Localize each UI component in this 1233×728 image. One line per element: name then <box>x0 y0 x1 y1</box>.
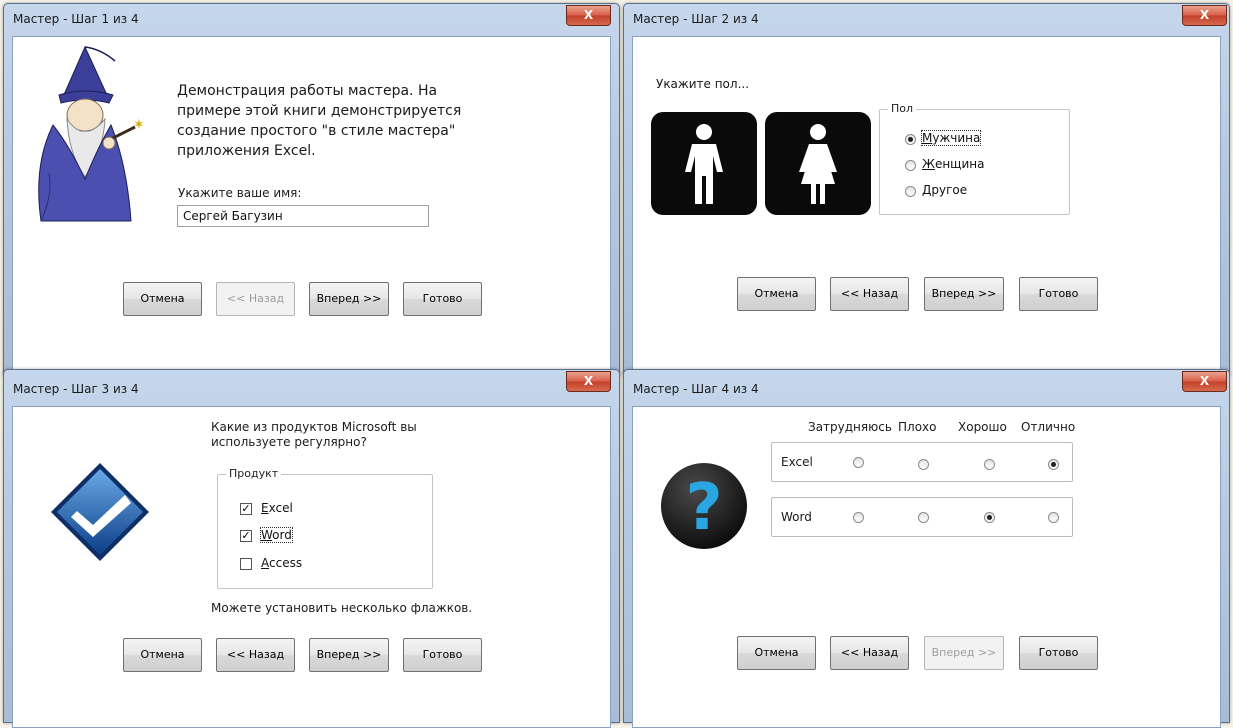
accel: Д <box>922 183 932 197</box>
rest: ужчина <box>932 131 981 145</box>
word-radio-bad[interactable] <box>918 512 929 523</box>
title-bar[interactable]: Мастер - Шаг 3 из 4 X <box>4 370 619 402</box>
title-bar[interactable]: Мастер - Шаг 4 из 4 X <box>624 370 1229 402</box>
dialog-client: ? Затрудняюсь Плохо Хорошо Отлично Excel… <box>632 406 1221 728</box>
question-mark-icon: ? <box>661 463 747 549</box>
question-line-1: Какие из продуктов Microsoft вы <box>211 420 417 434</box>
female-icon <box>765 112 871 215</box>
group-title: Пол <box>888 102 917 115</box>
finish-button[interactable]: Готово <box>403 638 482 672</box>
svg-text:✶: ✶ <box>133 117 145 133</box>
cancel-button[interactable]: Отмена <box>737 277 816 311</box>
checkbox-access-label[interactable]: Access <box>261 556 302 570</box>
gender-prompt: Укажите пол... <box>656 77 750 91</box>
row-label-excel: Excel <box>781 455 813 469</box>
question-line-2: используете регулярно? <box>211 435 367 449</box>
intro-line-1: Демонстрация работы мастера. На <box>177 83 438 99</box>
accel: М <box>922 131 933 145</box>
accel: E <box>261 501 269 515</box>
rest: ccess <box>269 556 303 570</box>
dialog-client: ✶ Демонстрация работы мастера. На пример… <box>12 36 611 371</box>
word-radio-good[interactable] <box>984 512 995 523</box>
col-header-0: Затрудняюсь <box>808 420 892 434</box>
radio-other-label[interactable]: Другое <box>922 183 967 197</box>
radio-dot <box>1051 462 1056 467</box>
title-bar[interactable]: Мастер - Шаг 1 из 4 X <box>4 4 619 36</box>
excel-radio-difficult[interactable] <box>853 457 864 468</box>
radio-dot <box>908 137 913 142</box>
checkbox-excel[interactable]: ✓ <box>240 503 252 515</box>
radio-dot <box>987 515 992 520</box>
word-radio-excellent[interactable] <box>1048 512 1059 523</box>
wizard-step2-window: Мастер - Шаг 2 из 4 X Укажите пол... Пол… <box>623 3 1230 376</box>
group-title: Продукт <box>226 467 282 480</box>
excel-radio-excellent[interactable] <box>1048 459 1059 470</box>
name-label: Укажите ваше имя: <box>178 186 302 200</box>
word-radio-difficult[interactable] <box>853 512 864 523</box>
hint-text: Можете установить несколько флажков. <box>211 601 473 615</box>
rest: xcel <box>268 501 293 515</box>
col-header-2: Хорошо <box>958 420 1007 434</box>
close-button[interactable]: X <box>1182 5 1227 26</box>
window-title: Мастер - Шаг 4 из 4 <box>633 382 759 396</box>
col-header-3: Отлично <box>1021 420 1076 434</box>
intro-line-3: создание простого "в стиле мастера" <box>177 123 456 139</box>
wizard-step3-window: Мастер - Шаг 3 из 4 X Какие из продуктов… <box>3 369 620 728</box>
checkbox-word-label[interactable]: Word <box>260 527 293 543</box>
intro-line-4: приложения Excel. <box>177 143 316 159</box>
checkbox-access[interactable] <box>240 558 252 570</box>
next-button[interactable]: Вперед >> <box>924 636 1004 670</box>
back-button[interactable]: << Назад <box>216 282 295 316</box>
accel: W <box>261 528 273 542</box>
radio-male-label[interactable]: Мужчина <box>920 130 982 146</box>
cancel-button[interactable]: Отмена <box>123 282 202 316</box>
back-button[interactable]: << Назад <box>830 636 909 670</box>
col-header-1: Плохо <box>898 420 937 434</box>
wizard-step4-window: Мастер - Шаг 4 из 4 X ? Затрудняюсь Плох… <box>623 369 1230 728</box>
dialog-client: Укажите пол... Пол Мужчина Женщина Друго… <box>632 36 1221 371</box>
accel: Ж <box>922 157 935 171</box>
excel-radio-good[interactable] <box>984 459 995 470</box>
rest: ord <box>272 528 292 542</box>
close-button[interactable]: X <box>1182 371 1227 392</box>
dialog-client: Какие из продуктов Microsoft вы использу… <box>12 406 611 728</box>
excel-radio-bad[interactable] <box>918 459 929 470</box>
checkbox-excel-label[interactable]: Excel <box>261 501 293 515</box>
row-label-word: Word <box>781 510 812 524</box>
radio-male[interactable] <box>905 134 916 145</box>
window-title: Мастер - Шаг 2 из 4 <box>633 12 759 26</box>
back-button[interactable]: << Назад <box>830 277 909 311</box>
radio-female[interactable] <box>905 160 916 171</box>
radio-other[interactable] <box>905 186 916 197</box>
name-input[interactable]: Сергей Багузин <box>177 205 429 227</box>
finish-button[interactable]: Готово <box>1019 636 1098 670</box>
rest: енщина <box>934 157 985 171</box>
checkbox-word[interactable]: ✓ <box>240 530 252 542</box>
wizard-icon: ✶ <box>38 45 145 222</box>
question-glyph: ? <box>685 471 722 545</box>
wizard-step1-window: Мастер - Шаг 1 из 4 X ✶ Демонстрация раб… <box>3 3 620 376</box>
next-button[interactable]: Вперед >> <box>309 282 389 316</box>
rest: ругое <box>931 183 968 197</box>
male-icon <box>651 112 757 215</box>
finish-button[interactable]: Готово <box>403 282 482 316</box>
intro-line-2: примере этой книги демонстрируется <box>177 103 462 119</box>
close-button[interactable]: X <box>566 5 611 26</box>
accel: A <box>261 556 269 570</box>
cancel-button[interactable]: Отмена <box>737 636 816 670</box>
radio-female-label[interactable]: Женщина <box>922 157 984 171</box>
next-button[interactable]: Вперед >> <box>924 277 1004 311</box>
finish-button[interactable]: Готово <box>1019 277 1098 311</box>
cancel-button[interactable]: Отмена <box>123 638 202 672</box>
back-button[interactable]: << Назад <box>216 638 295 672</box>
window-title: Мастер - Шаг 1 из 4 <box>13 12 139 26</box>
window-title: Мастер - Шаг 3 из 4 <box>13 382 139 396</box>
next-button[interactable]: Вперед >> <box>309 638 389 672</box>
checkmark-icon <box>51 463 149 561</box>
close-button[interactable]: X <box>566 371 611 392</box>
title-bar[interactable]: Мастер - Шаг 2 из 4 X <box>624 4 1229 36</box>
